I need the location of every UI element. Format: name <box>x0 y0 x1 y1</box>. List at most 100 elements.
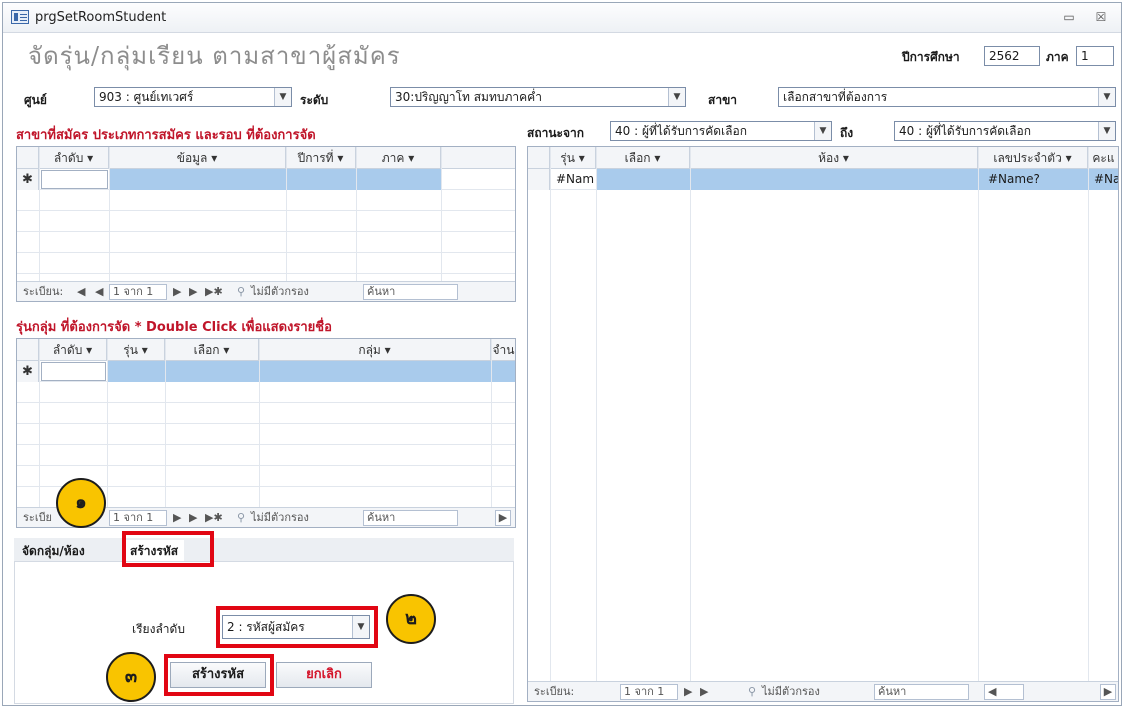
record-navigator: ระเบียน: 1 จาก 1 ▶ ▶ ⚲ ไม่มีตัวกรอง ค้นห… <box>528 681 1118 701</box>
title-bar: prgSetRoomStudent ▭ ☒ <box>3 3 1121 33</box>
score-cell[interactable]: #Na <box>1090 169 1118 190</box>
highlight-create-button <box>164 654 274 696</box>
col-choose[interactable]: เลือก ▾ <box>596 147 690 169</box>
next-record-icon[interactable]: ▶ <box>173 284 181 300</box>
major-value: เลือกสาขาที่ต้องการ <box>783 90 888 104</box>
filter-icon[interactable]: ⚲ <box>237 284 245 300</box>
grid-header: รุ่น ▾ เลือก ▾ ห้อง ▾ เลขประจำตัว ▾ คะแ <box>528 147 1118 169</box>
center-value: 903 : ศูนย์เทเวศร์ <box>99 90 194 104</box>
table-row <box>17 403 515 424</box>
tab-group-room[interactable]: จัดกลุ่ม/ห้อง <box>16 540 91 562</box>
selected-cells[interactable] <box>107 361 515 382</box>
level-combo[interactable]: 30:ปริญญาโท สมทบภาคค่ำ ▼ <box>390 87 686 107</box>
select-all-corner[interactable] <box>528 147 550 169</box>
record-position[interactable]: 1 จาก 1 <box>109 510 167 526</box>
level-label: ระดับ <box>300 93 329 107</box>
term-label: ภาค <box>1046 50 1069 64</box>
new-record-row[interactable]: ✱ <box>17 361 515 382</box>
no-filter-label[interactable]: ไม่มีตัวกรอง <box>251 510 309 526</box>
window-title: prgSetRoomStudent <box>35 10 167 25</box>
select-all-corner[interactable] <box>17 339 39 361</box>
first-record-icon[interactable]: ◀ <box>77 284 85 300</box>
table-row <box>17 382 515 403</box>
horizontal-scrollbar[interactable]: ◀ <box>984 684 1024 700</box>
scroll-right-icon[interactable]: ▶ <box>495 510 511 526</box>
record-navigator: ระเบียน: ◀ ◀ 1 จาก 1 ▶ ▶ ▶✱ ⚲ ไม่มีตัวกร… <box>17 281 515 301</box>
search-box[interactable]: ค้นหา <box>874 684 969 700</box>
col-choose[interactable]: เลือก ▾ <box>165 339 259 361</box>
search-box[interactable]: ค้นหา <box>363 284 458 300</box>
selected-cells[interactable] <box>109 169 441 190</box>
col-order[interactable]: ลำดับ ▾ <box>39 339 107 361</box>
sort-label: เรียงลำดับ <box>132 622 185 636</box>
chevron-down-icon[interactable]: ▼ <box>274 88 291 106</box>
record-position[interactable]: 1 จาก 1 <box>620 684 678 700</box>
next-record-icon[interactable]: ▶ <box>684 684 692 700</box>
col-year[interactable]: ปีการที่ ▾ <box>286 147 356 169</box>
status-to-combo[interactable]: 40 : ผู้ที่ได้รับการคัดเลือก ▼ <box>894 121 1116 141</box>
close-icon[interactable]: ☒ <box>1093 9 1109 25</box>
status-from-value: 40 : ผู้ที่ได้รับการคัดเลือก <box>615 124 747 138</box>
status-to-label: ถึง <box>840 126 854 140</box>
col-count[interactable]: จำน <box>491 339 515 361</box>
col-info[interactable]: ข้อมูล ▾ <box>109 147 286 169</box>
batch-cell[interactable]: #Nam <box>552 169 596 190</box>
new-row-marker-icon: ✱ <box>17 169 39 190</box>
col-term[interactable]: ภาค ▾ <box>356 147 441 169</box>
level-value: 30:ปริญญาโท สมทบภาคค่ำ <box>395 90 542 104</box>
new-record-icon[interactable]: ▶✱ <box>205 284 223 300</box>
step-2-badge: ๒ <box>386 594 436 644</box>
col-room[interactable]: ห้อง ▾ <box>690 147 978 169</box>
no-filter-label[interactable]: ไม่มีตัวกรอง <box>251 284 309 300</box>
chevron-down-icon[interactable]: ▼ <box>1098 122 1115 140</box>
col-batch[interactable]: รุ่น ▾ <box>107 339 165 361</box>
form-title: จัดรุ่น/กลุ่มเรียน ตามสาขาผู้สมัคร <box>28 42 401 70</box>
minimize-icon[interactable]: ▭ <box>1061 9 1077 25</box>
chevron-down-icon[interactable]: ▼ <box>1098 88 1115 106</box>
record-label: ระเบียน: <box>23 285 64 298</box>
search-box[interactable]: ค้นหา <box>363 510 458 526</box>
order-cell[interactable] <box>41 362 106 381</box>
status-from-label: สถานะจาก <box>527 126 585 140</box>
record-label: ระเบียน: <box>534 685 575 698</box>
col-order[interactable]: ลำดับ ▾ <box>39 147 109 169</box>
term-input[interactable]: 1 <box>1076 46 1114 66</box>
grid-header: ลำดับ ▾ รุ่น ▾ เลือก ▾ กลุ่ม ▾ จำน <box>17 339 515 361</box>
step-1-badge: ๑ <box>56 478 106 528</box>
col-score[interactable]: คะแ <box>1088 147 1118 169</box>
center-label: ศูนย์ <box>24 93 47 107</box>
last-record-icon[interactable]: ▶ <box>189 284 197 300</box>
cancel-button[interactable]: ยกเลิก <box>276 662 372 688</box>
filter-icon[interactable]: ⚲ <box>748 684 756 700</box>
major-combo[interactable]: เลือกสาขาที่ต้องการ ▼ <box>778 87 1116 107</box>
highlight-sort-combo <box>216 606 378 648</box>
prev-record-icon[interactable]: ◀ <box>95 284 103 300</box>
step-3-badge: ๓ <box>106 652 156 702</box>
major-label: สาขา <box>708 93 738 107</box>
new-record-icon[interactable]: ▶✱ <box>205 510 223 526</box>
filter-icon[interactable]: ⚲ <box>237 510 245 526</box>
status-to-value: 40 : ผู้ที่ได้รับการคัดเลือก <box>899 124 1031 138</box>
row-selector[interactable] <box>528 169 550 190</box>
student-room-grid[interactable]: รุ่น ▾ เลือก ▾ ห้อง ▾ เลขประจำตัว ▾ คะแ … <box>527 146 1119 702</box>
year-input[interactable]: 2562 <box>984 46 1040 66</box>
last-record-icon[interactable]: ▶ <box>189 510 197 526</box>
col-student-id[interactable]: เลขประจำตัว ▾ <box>978 147 1088 169</box>
apply-major-grid[interactable]: ลำดับ ▾ ข้อมูล ▾ ปีการที่ ▾ ภาค ▾ ✱ ระเบ… <box>16 146 516 302</box>
col-batch[interactable]: รุ่น ▾ <box>550 147 596 169</box>
chevron-down-icon[interactable]: ▼ <box>814 122 831 140</box>
chevron-down-icon[interactable]: ▼ <box>668 88 685 106</box>
record-position[interactable]: 1 จาก 1 <box>109 284 167 300</box>
new-row-marker-icon: ✱ <box>17 361 39 382</box>
status-from-combo[interactable]: 40 : ผู้ที่ได้รับการคัดเลือก ▼ <box>610 121 832 141</box>
next-record-icon[interactable]: ▶ <box>173 510 181 526</box>
order-cell[interactable] <box>41 170 108 189</box>
last-record-icon[interactable]: ▶ <box>700 684 708 700</box>
scroll-right-icon[interactable]: ▶ <box>1100 684 1116 700</box>
center-combo[interactable]: 903 : ศูนย์เทเวศร์ ▼ <box>94 87 292 107</box>
select-all-corner[interactable] <box>17 147 39 169</box>
table-row[interactable]: #Nam #Name? #Na <box>528 169 1118 190</box>
no-filter-label[interactable]: ไม่มีตัวกรอง <box>762 684 820 700</box>
col-group[interactable]: กลุ่ม ▾ <box>259 339 491 361</box>
student-id-cell[interactable]: #Name? <box>984 169 1088 190</box>
